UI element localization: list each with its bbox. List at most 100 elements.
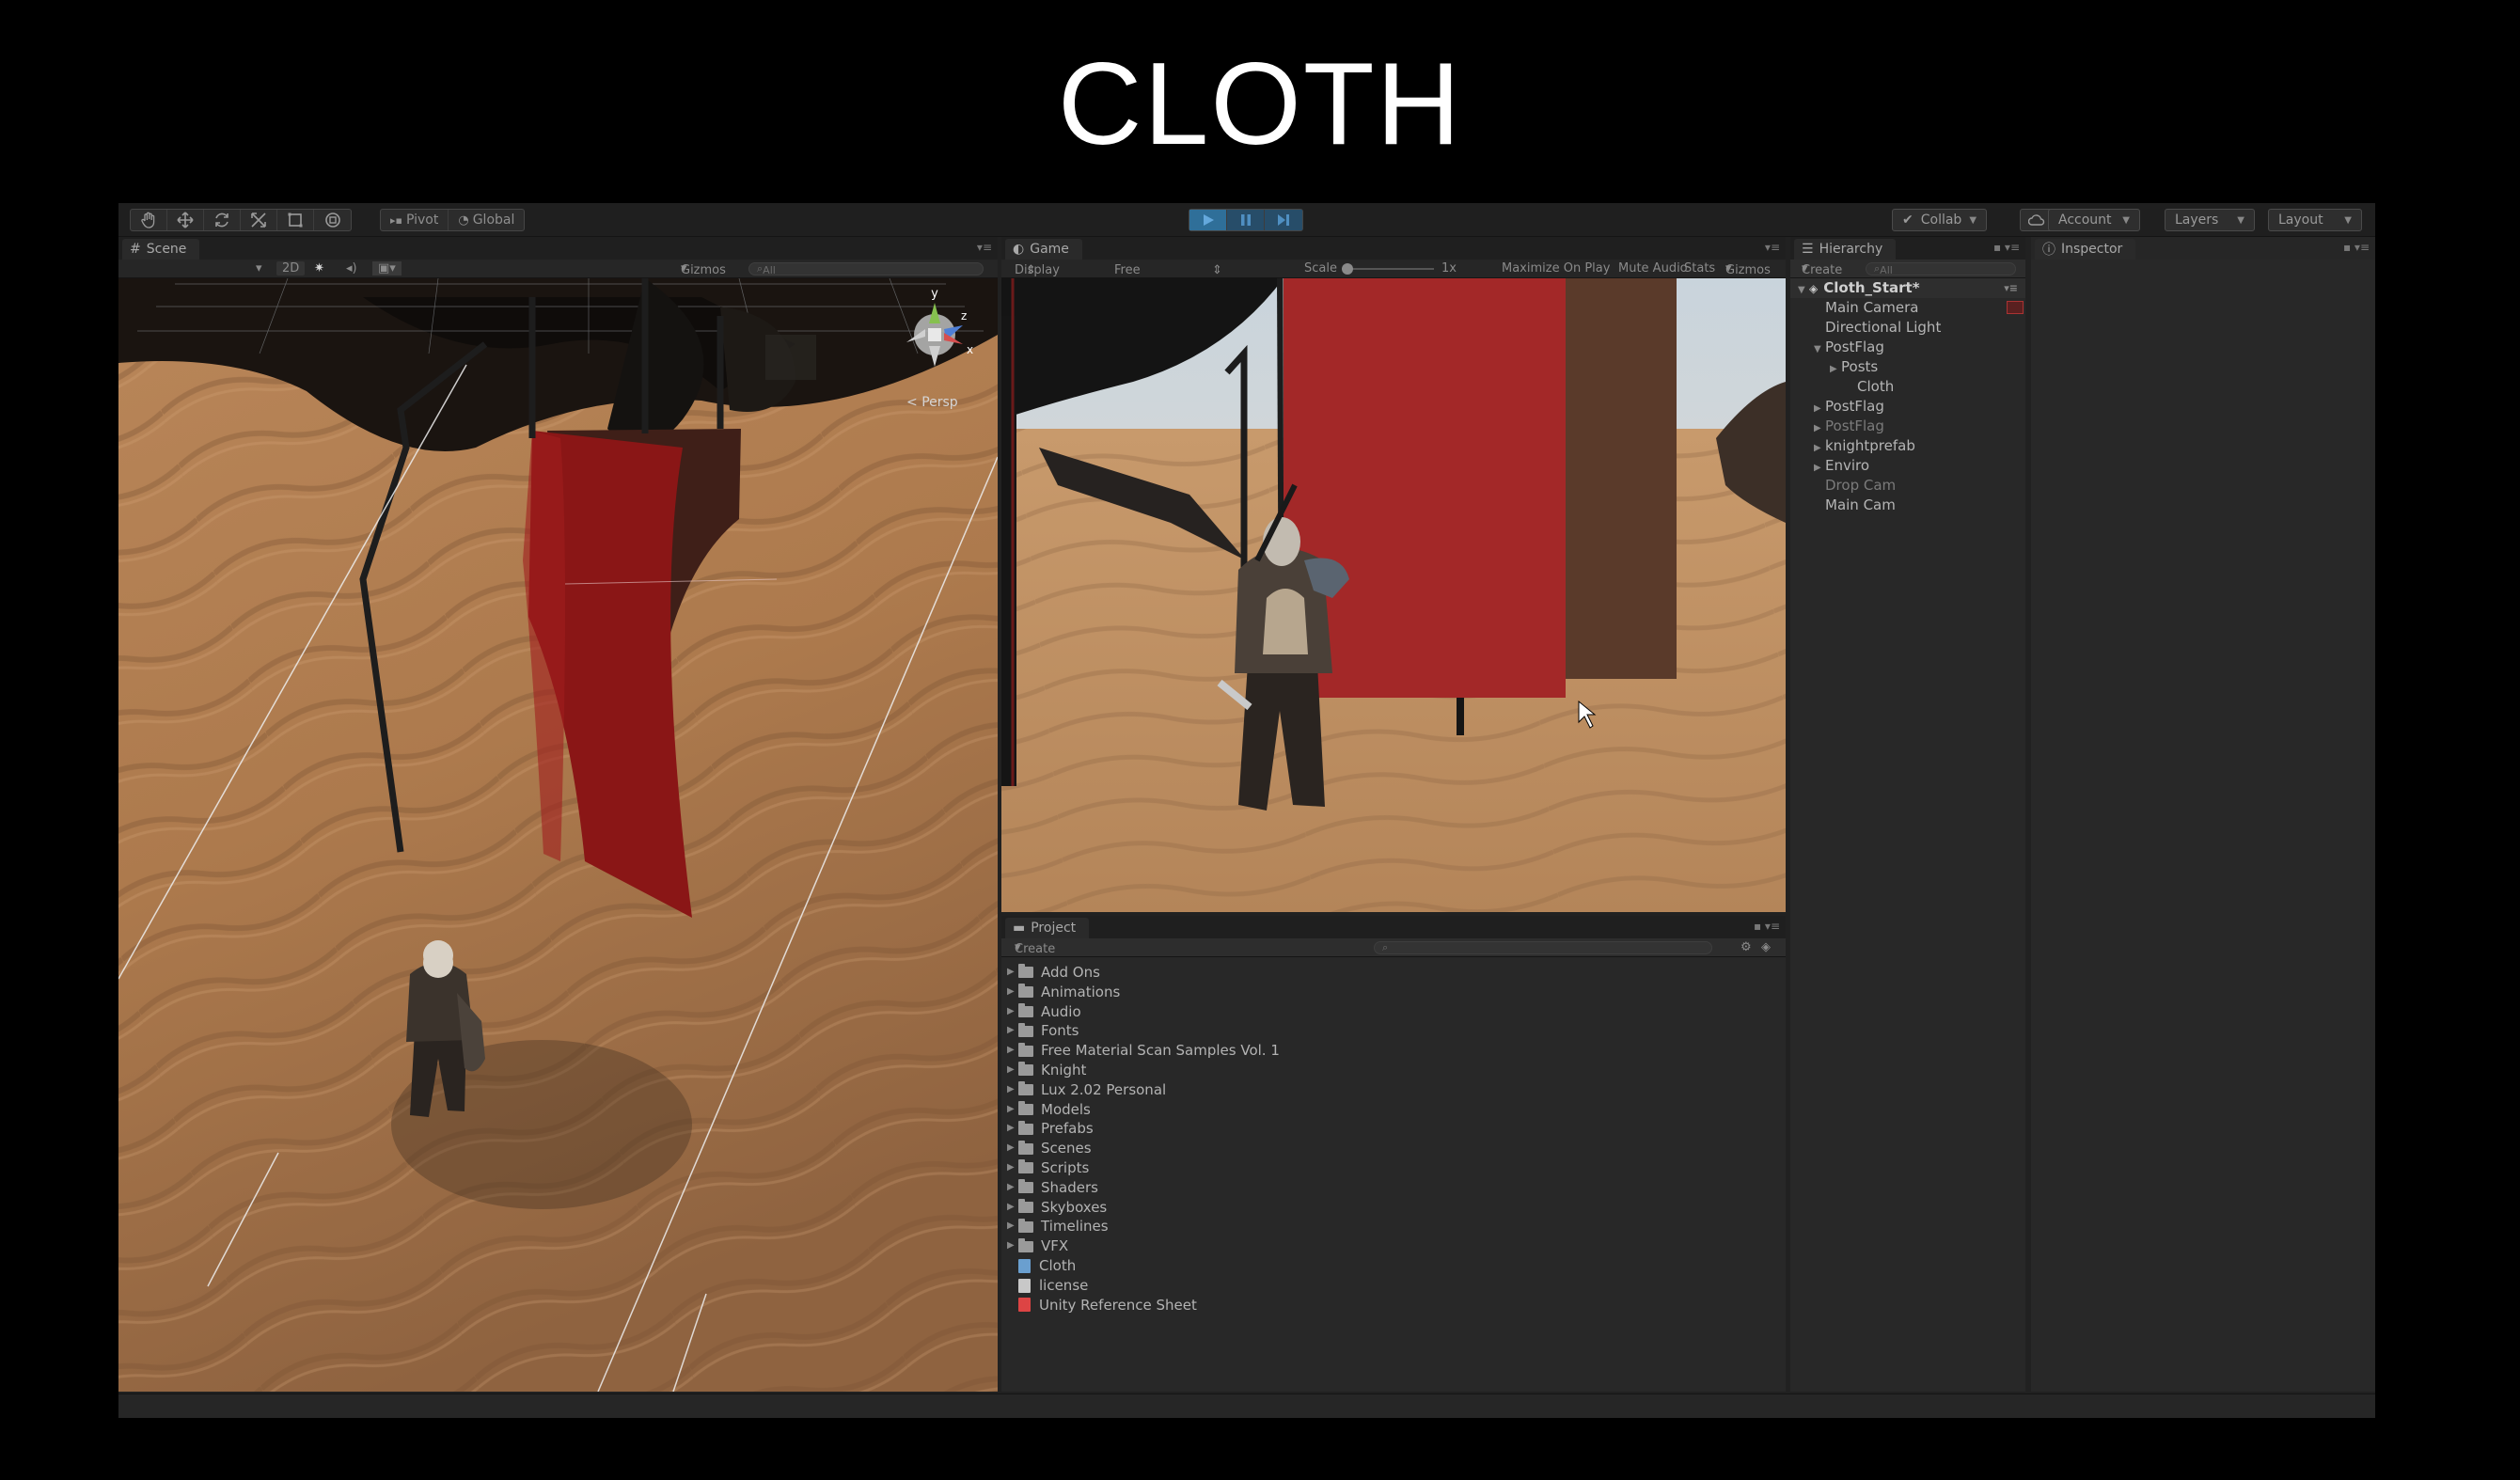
stats-toggle[interactable]: Stats <box>1684 261 1715 276</box>
hierarchy-item[interactable]: ▶ Posts <box>1790 357 2025 377</box>
expand-arrow-icon[interactable]: ▼ <box>1798 280 1809 300</box>
expand-arrow-icon[interactable]: ▶ <box>1830 359 1841 379</box>
create-dropdown[interactable]: Create ▾ <box>1015 940 1055 956</box>
project-folder[interactable]: ▶ Models <box>1001 1100 1786 1120</box>
project-folder[interactable]: ▶ Scenes <box>1001 1139 1786 1158</box>
shading-dropdown-caret-icon[interactable]: ▾ <box>256 261 262 276</box>
tab-hierarchy[interactable]: ☰ Hierarchy <box>1794 239 1897 260</box>
expand-arrow-icon[interactable]: ▶ <box>1814 399 1825 418</box>
expand-arrow-icon[interactable]: ▶ <box>1007 1139 1018 1158</box>
global-button[interactable]: ◔ Global <box>449 210 524 230</box>
expand-arrow-icon[interactable]: ▶ <box>1007 1080 1018 1100</box>
layers-dropdown[interactable]: Layers ▼ <box>2165 209 2255 231</box>
panel-menu-icon[interactable]: ▾≡ <box>977 241 992 254</box>
tab-inspector[interactable]: ⓘ Inspector <box>2035 239 2136 260</box>
filter-by-label-icon[interactable]: ◈ <box>1761 940 1771 954</box>
scene-search-input[interactable]: ⌕ All <box>748 262 984 276</box>
project-file[interactable]: Unity Reference Sheet <box>1001 1296 1786 1315</box>
expand-arrow-icon[interactable]: ▶ <box>1007 1158 1018 1178</box>
expand-arrow-icon[interactable]: ▶ <box>1007 1100 1018 1120</box>
hierarchy-item[interactable]: Directional Light <box>1790 318 2025 338</box>
project-folder[interactable]: ▶ Knight <box>1001 1061 1786 1080</box>
expand-arrow-icon[interactable]: ▶ <box>1007 1041 1018 1061</box>
project-folder[interactable]: ▶ Skyboxes <box>1001 1198 1786 1218</box>
rotate-tool-button[interactable] <box>204 210 241 230</box>
panel-menu-icon[interactable]: ▪ ▾≡ <box>2343 241 2370 254</box>
scale-tool-button[interactable] <box>241 210 277 230</box>
expand-arrow-icon[interactable]: ▶ <box>1007 1178 1018 1198</box>
panel-menu-icon[interactable]: ▪ ▾≡ <box>1993 241 2020 254</box>
expand-arrow-icon[interactable]: ▶ <box>1007 1198 1018 1218</box>
project-folder[interactable]: ▶ VFX <box>1001 1236 1786 1256</box>
project-folder[interactable]: ▶ Scripts <box>1001 1158 1786 1178</box>
account-dropdown[interactable]: Account ▼ <box>2048 209 2140 231</box>
expand-arrow-icon[interactable]: ▶ <box>1007 1061 1018 1080</box>
filter-by-type-icon[interactable]: ⚙ <box>1740 940 1752 954</box>
tab-game[interactable]: ◐ Game <box>1005 239 1082 260</box>
project-folder[interactable]: ▶ Free Material Scan Samples Vol. 1 <box>1001 1041 1786 1061</box>
project-folder[interactable]: ▶ Fonts <box>1001 1021 1786 1041</box>
tab-project[interactable]: ▬ Project <box>1005 918 1090 938</box>
tab-scene[interactable]: # Scene <box>122 239 200 260</box>
hierarchy-item[interactable]: Main Cam <box>1790 496 2025 515</box>
hierarchy-item[interactable]: ▼ PostFlag <box>1790 338 2025 357</box>
project-folder[interactable]: ▶ Prefabs <box>1001 1119 1786 1139</box>
panel-menu-icon[interactable]: ▾≡ <box>1765 241 1780 254</box>
hierarchy-item[interactable]: ▶ PostFlag <box>1790 417 2025 436</box>
rect-tool-button[interactable] <box>277 210 314 230</box>
expand-arrow-icon[interactable]: ▶ <box>1007 1021 1018 1041</box>
expand-arrow-icon[interactable]: ▶ <box>1814 418 1825 438</box>
project-file[interactable]: license <box>1001 1276 1786 1296</box>
layout-dropdown[interactable]: Layout ▼ <box>2268 209 2362 231</box>
step-button[interactable] <box>1265 210 1302 230</box>
hierarchy-item[interactable]: Drop Cam <box>1790 476 2025 496</box>
project-folder[interactable]: ▶ Audio <box>1001 1002 1786 1022</box>
expand-arrow-icon[interactable]: ▶ <box>1814 458 1825 478</box>
hierarchy-item[interactable]: ▶ PostFlag <box>1790 397 2025 417</box>
scale-slider[interactable] <box>1342 263 1434 275</box>
hand-tool-button[interactable] <box>131 210 167 230</box>
scene-menu-icon[interactable]: ▾≡ <box>2004 278 2018 298</box>
pause-button[interactable] <box>1227 210 1265 230</box>
expand-arrow-icon[interactable]: ▼ <box>1814 339 1825 359</box>
play-button[interactable] <box>1189 210 1227 230</box>
scene-viewport[interactable]: y z x < Persp <box>118 277 998 1392</box>
move-tool-button[interactable] <box>167 210 204 230</box>
mode-2d-toggle[interactable]: 2D <box>276 261 306 276</box>
project-folder[interactable]: ▶ Timelines <box>1001 1217 1786 1236</box>
persp-label[interactable]: < Persp <box>906 395 958 410</box>
expand-arrow-icon[interactable]: ▶ <box>1814 438 1825 458</box>
hierarchy-item[interactable]: ▶ knightprefab <box>1790 436 2025 456</box>
project-folder[interactable]: ▶ Lux 2.02 Personal <box>1001 1080 1786 1100</box>
effects-toggle-icon[interactable]: ▣▾ <box>372 261 402 276</box>
mute-audio-toggle[interactable]: Mute Audio <box>1618 261 1688 276</box>
expand-arrow-icon[interactable]: ▶ <box>1007 1236 1018 1256</box>
expand-arrow-icon[interactable]: ▶ <box>1007 963 1018 983</box>
panel-menu-icon[interactable]: ▪ ▾≡ <box>1754 920 1780 933</box>
create-dropdown[interactable]: Create ▾ <box>1802 261 1842 277</box>
gizmos-dropdown[interactable]: Gizmos ▾ <box>681 261 726 277</box>
audio-toggle-icon[interactable]: ◂) <box>346 261 357 276</box>
hierarchy-item[interactable]: ▼ ◈ Cloth_Start* ▾≡ <box>1790 278 2025 298</box>
hierarchy-item[interactable]: Cloth <box>1790 377 2025 397</box>
expand-arrow-icon[interactable]: ▶ <box>1007 983 1018 1002</box>
project-folder[interactable]: ▶ Shaders <box>1001 1178 1786 1198</box>
transform-tool-button[interactable] <box>314 210 351 230</box>
project-search-input[interactable]: ⌕ <box>1374 941 1712 954</box>
expand-arrow-icon[interactable]: ▶ <box>1007 1002 1018 1022</box>
project-file[interactable]: Cloth <box>1001 1256 1786 1276</box>
collab-dropdown[interactable]: ✔ Collab ▼ <box>1892 209 1988 231</box>
project-folder[interactable]: ▶ Add Ons <box>1001 963 1786 983</box>
hierarchy-search-input[interactable]: ⌕ All <box>1866 262 2016 276</box>
lighting-toggle-icon[interactable]: ✷ <box>314 261 324 276</box>
game-viewport[interactable] <box>1001 277 1786 912</box>
pivot-button[interactable]: ▸▪ Pivot <box>381 210 449 230</box>
expand-arrow-icon[interactable]: ▶ <box>1007 1119 1018 1139</box>
project-folder[interactable]: ▶ Animations <box>1001 983 1786 1002</box>
hierarchy-item[interactable]: Main Camera <box>1790 298 2025 318</box>
scale-slider-handle[interactable] <box>1342 263 1353 275</box>
expand-arrow-icon[interactable]: ▶ <box>1007 1217 1018 1236</box>
hierarchy-item[interactable]: ▶ Enviro <box>1790 456 2025 476</box>
maximize-on-play-toggle[interactable]: Maximize On Play <box>1502 261 1610 276</box>
gizmos-dropdown[interactable]: Gizmos ▾ <box>1725 261 1771 277</box>
